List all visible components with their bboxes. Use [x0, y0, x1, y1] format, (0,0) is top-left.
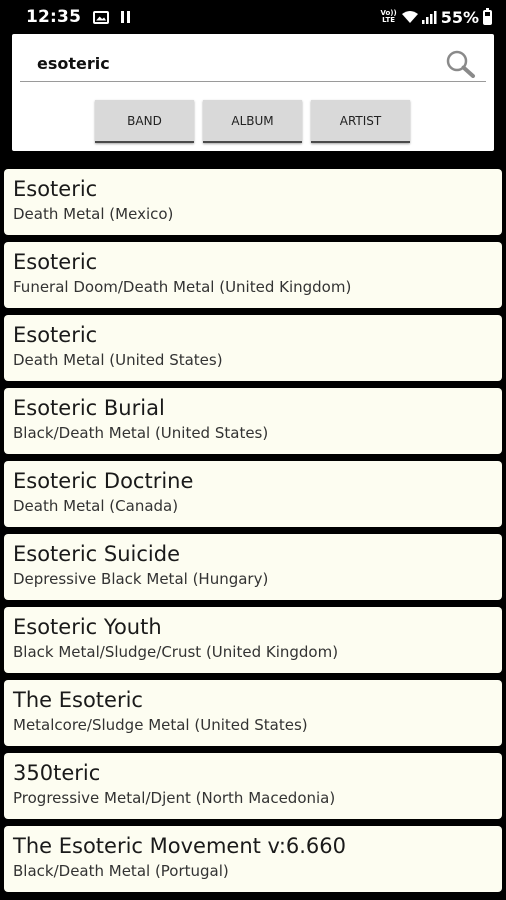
band-name: Esoteric Suicide	[13, 542, 181, 566]
volte-badge-bottom: LTE	[382, 16, 395, 24]
results-list: Esoteric Death Metal (Mexico) Esoteric F…	[4, 169, 502, 899]
result-item[interactable]: The Esoteric Metalcore/Sludge Metal (Uni…	[4, 680, 502, 746]
result-item[interactable]: The Esoteric Movement v:6.660 Black/Deat…	[4, 826, 502, 892]
battery-percent: 55%	[440, 7, 479, 27]
result-item[interactable]: Esoteric Doctrine Death Metal (Canada)	[4, 461, 502, 527]
result-item[interactable]: Esoteric Youth Black Metal/Sludge/Crust …	[4, 607, 502, 673]
result-item[interactable]: Esoteric Suicide Depressive Black Metal …	[4, 534, 502, 600]
status-right: Vo)) LTE 55%	[380, 0, 492, 34]
band-name: Esoteric	[13, 177, 98, 201]
status-left: 12:35	[0, 7, 131, 27]
band-name: The Esoteric Movement v:6.660	[13, 834, 347, 858]
result-item[interactable]: Esoteric Death Metal (Mexico)	[4, 169, 502, 235]
band-name: Esoteric	[13, 250, 98, 274]
band-name: The Esoteric	[13, 688, 143, 712]
band-name: Esoteric Doctrine	[13, 469, 194, 493]
search-panel: BAND ALBUM ARTIST	[12, 34, 494, 151]
search-icon[interactable]	[444, 50, 476, 78]
band-genre-country: Black/Death Metal (United States)	[13, 424, 269, 442]
volte-badge: Vo)) LTE	[380, 10, 396, 24]
signal-icon	[421, 11, 437, 24]
band-genre-country: Black Metal/Sludge/Crust (United Kingdom…	[13, 643, 339, 661]
battery-icon	[483, 7, 492, 25]
band-name: Esoteric Youth	[13, 615, 162, 639]
result-item[interactable]: 350teric Progressive Metal/Djent (North …	[4, 753, 502, 819]
band-name: Esoteric	[13, 323, 98, 347]
album-filter-button[interactable]: ALBUM	[203, 100, 302, 143]
band-filter-button[interactable]: BAND	[95, 100, 194, 143]
band-name: 350teric	[13, 761, 101, 785]
status-bar: 12:35 Vo)) LTE 55%	[0, 0, 506, 34]
band-genre-country: Progressive Metal/Djent (North Macedonia…	[13, 789, 336, 807]
artist-filter-button[interactable]: ARTIST	[311, 100, 410, 143]
result-item[interactable]: Esoteric Death Metal (United States)	[4, 315, 502, 381]
search-row	[20, 42, 488, 86]
result-item[interactable]: Esoteric Funeral Doom/Death Metal (Unite…	[4, 242, 502, 308]
band-genre-country: Death Metal (Canada)	[13, 497, 179, 515]
band-genre-country: Funeral Doom/Death Metal (United Kingdom…	[13, 278, 352, 296]
band-name: Esoteric Burial	[13, 396, 165, 420]
band-genre-country: Depressive Black Metal (Hungary)	[13, 570, 269, 588]
band-genre-country: Death Metal (United States)	[13, 351, 223, 369]
band-genre-country: Metalcore/Sludge Metal (United States)	[13, 716, 308, 734]
band-genre-country: Black/Death Metal (Portugal)	[13, 862, 229, 880]
search-input[interactable]	[20, 46, 486, 82]
pause-notification-icon	[121, 11, 131, 23]
filter-button-row: BAND ALBUM ARTIST	[95, 100, 419, 144]
result-item[interactable]: Esoteric Burial Black/Death Metal (Unite…	[4, 388, 502, 454]
wifi-icon	[401, 11, 418, 23]
band-genre-country: Death Metal (Mexico)	[13, 205, 174, 223]
image-notification-icon	[93, 10, 110, 24]
clock: 12:35	[26, 7, 82, 27]
